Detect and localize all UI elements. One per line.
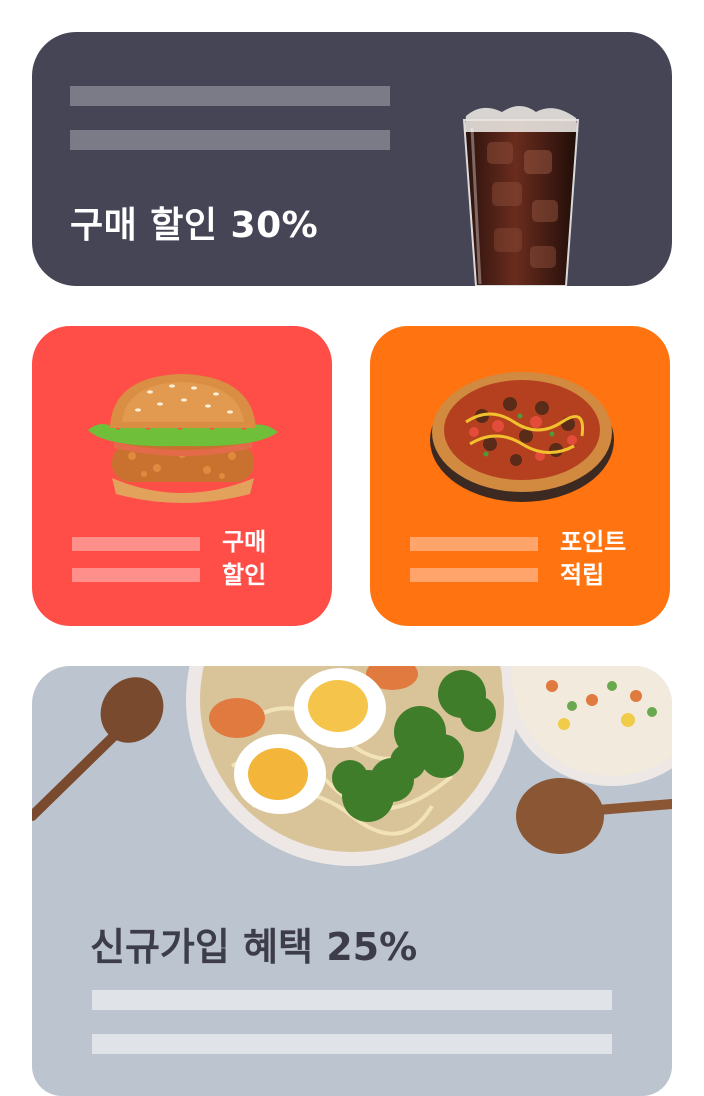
discount-banner-card[interactable]: 구매 할인 30%	[32, 32, 672, 286]
signup-benefit-card[interactable]: 신규가입 혜택 25%	[32, 666, 672, 1096]
pizza-icon	[430, 372, 614, 502]
placeholder-text-line	[72, 537, 200, 551]
burger-promo-label: 구매 할인	[222, 526, 266, 592]
burger-promo-label-line2: 할인	[222, 561, 267, 589]
pizza-promo-card[interactable]: 포인트 적립	[370, 326, 670, 626]
noodle-bowls-photo	[32, 666, 672, 866]
placeholder-text-line	[410, 537, 538, 551]
pizza-promo-label-line1: 포인트	[560, 528, 627, 556]
placeholder-text-line	[72, 568, 200, 582]
burger-icon	[88, 374, 278, 503]
cola-glass-icon	[462, 106, 580, 286]
placeholder-text-line	[410, 568, 538, 582]
pizza-promo-label: 포인트 적립	[560, 526, 626, 592]
pizza-promo-label-line2: 적립	[560, 561, 605, 589]
signup-benefit-title: 신규가입 혜택 25%	[90, 925, 418, 969]
placeholder-text-line	[92, 1034, 612, 1054]
burger-promo-card[interactable]: 구매 할인	[32, 326, 332, 626]
placeholder-text-line	[92, 990, 612, 1010]
burger-promo-label-line1: 구매	[222, 528, 267, 556]
